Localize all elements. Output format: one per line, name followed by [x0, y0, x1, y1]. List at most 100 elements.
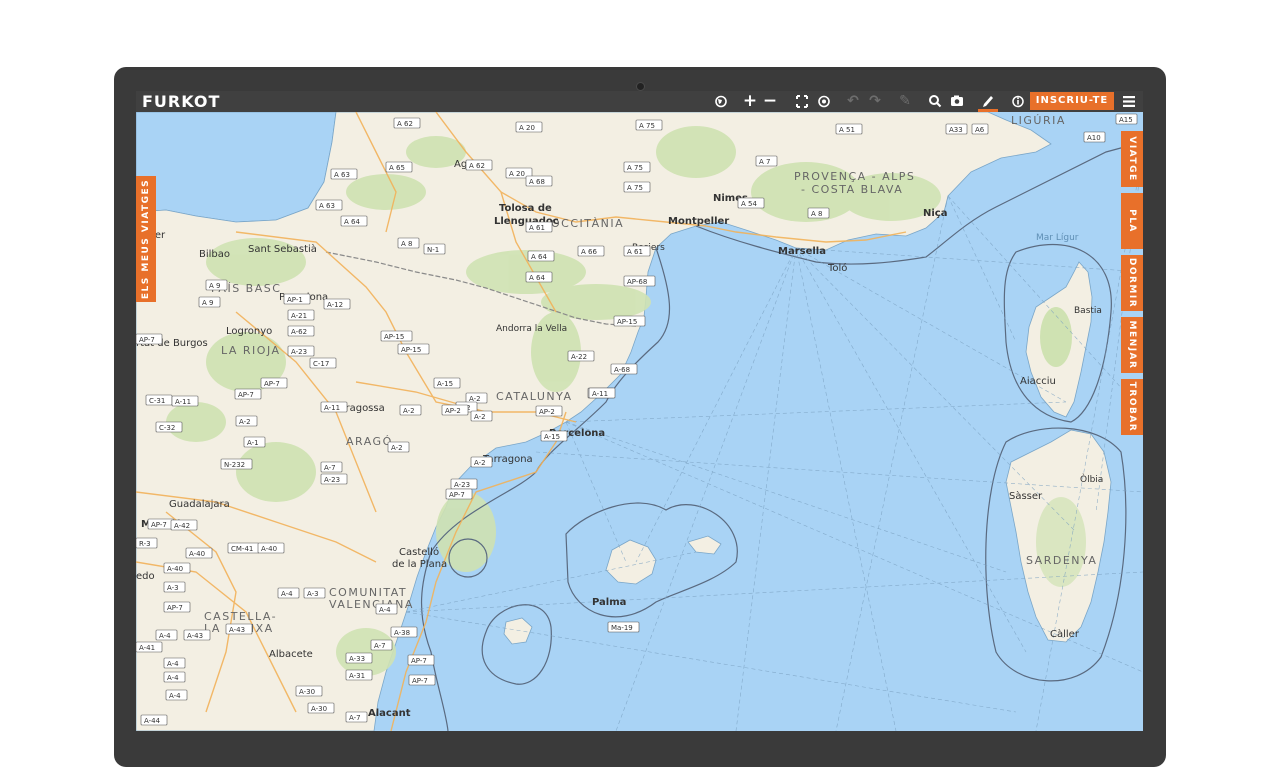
road-shield-label: A-21: [291, 312, 307, 320]
road-shield-label: A-38: [394, 629, 410, 637]
menu-icon[interactable]: [1121, 91, 1137, 112]
road-shield-label: A-33: [349, 655, 365, 663]
road-shield: A-41: [136, 641, 163, 653]
road-shield: C-32: [155, 421, 183, 433]
road-shield: AP-7: [147, 518, 175, 530]
city-label: Sàsser: [1009, 490, 1043, 502]
road-shield-label: A33: [949, 126, 963, 134]
road-shield-label: A-11: [324, 404, 340, 412]
road-shield-label: A 75: [627, 184, 643, 192]
road-shield-label: A-4: [169, 692, 181, 700]
road-shield: A-40: [257, 542, 285, 554]
road-shield: Ma-19: [607, 621, 640, 633]
road-shield-label: A-23: [324, 476, 340, 484]
app-screen: PAÍS BASC LA RIOJA ARAGÓ CATALUNYA OCCIT…: [136, 91, 1143, 731]
road-shield: AP-7: [136, 333, 163, 345]
road-shield: A-38: [390, 626, 418, 638]
road-shield-label: AP-68: [627, 278, 647, 286]
road-shield-label: A-1: [247, 439, 259, 447]
road-shield: A 8: [397, 237, 420, 249]
tab-sleep-label: DORMIR: [1127, 257, 1137, 309]
road-shield: CM-41: [227, 542, 260, 554]
road-shield: A-4: [165, 689, 188, 701]
zoom-out-icon[interactable]: −: [762, 91, 778, 112]
road-shield-label: A 8: [401, 240, 412, 248]
road-shield: A 68: [525, 175, 553, 187]
road-shield-label: C-17: [313, 360, 329, 368]
region-label: CATALUNYA: [496, 390, 573, 403]
road-shield-label: A 9: [202, 299, 213, 307]
road-shield: A 66: [577, 245, 605, 257]
road-shield: AP-1: [283, 293, 311, 305]
map-canvas[interactable]: PAÍS BASC LA RIOJA ARAGÓ CATALUNYA OCCIT…: [136, 112, 1143, 731]
road-shield: A 75: [623, 181, 651, 193]
fullscreen-icon[interactable]: [794, 91, 810, 112]
region-label: VALENCIANA: [329, 598, 414, 611]
zoom-in-icon[interactable]: +: [742, 91, 758, 112]
road-shield: A 64: [340, 215, 368, 227]
road-shield-label: AP-1: [287, 296, 303, 304]
road-shield-label: A-3: [167, 584, 179, 592]
road-shield-label: C-31: [149, 397, 165, 405]
region-label: PROVENÇA - ALPS: [794, 170, 915, 183]
road-shield-label: C-32: [159, 424, 175, 432]
road-shield: A 9: [205, 279, 228, 291]
signup-button[interactable]: INSCRIU-TE: [1030, 92, 1114, 110]
tab-trip-label: VIATGE: [1127, 136, 1137, 182]
city-label: Albacete: [269, 649, 313, 660]
road-shield: A 9: [198, 296, 221, 308]
road-shield-label: A-12: [327, 301, 343, 309]
road-shield-label: A-44: [144, 717, 161, 725]
road-shield: A-21: [287, 309, 315, 321]
road-shield-label: A-40: [261, 545, 277, 553]
road-shield-label: A 20: [519, 124, 535, 132]
road-shield-label: A-40: [189, 550, 205, 558]
road-shield-label: A 9: [209, 282, 220, 290]
road-shield: AP-15: [397, 343, 430, 355]
road-shield: A-23: [287, 345, 315, 357]
road-shield-label: A-7: [374, 642, 386, 650]
my-trips-tab[interactable]: ELS MEUS VIATGES: [136, 176, 156, 302]
road-shield: A 64: [525, 271, 553, 283]
road-shield: A-12: [323, 298, 351, 310]
locate-icon[interactable]: [816, 91, 832, 112]
furkot-logo[interactable]: FURKOT: [142, 92, 220, 111]
road-shield: A 65: [385, 161, 413, 173]
undo-icon[interactable]: ↶: [846, 91, 860, 112]
road-shield-label: A 64: [344, 218, 360, 226]
road-shield-label: A-43: [229, 626, 245, 634]
road-shield-label: N-232: [224, 461, 245, 469]
region-label: SARDENYA: [1026, 554, 1097, 567]
road-shield-label: A 66: [581, 248, 597, 256]
tab-sleep[interactable]: DORMIR: [1121, 255, 1143, 311]
road-shield-label: AP-15: [384, 333, 404, 341]
globe-icon[interactable]: [714, 91, 728, 112]
redo-icon[interactable]: ↷: [868, 91, 882, 112]
road-shield-label: A 62: [397, 120, 413, 128]
road-shield-label: A-4: [379, 606, 391, 614]
road-shield-label: A-11: [592, 390, 608, 398]
road-shield: A 8: [807, 207, 830, 219]
road-shield: A 75: [635, 119, 663, 131]
road-shield-label: A 20: [509, 170, 525, 178]
camera-icon[interactable]: [949, 91, 965, 112]
road-shield-label: A 61: [627, 248, 643, 256]
webcam: [636, 82, 645, 91]
tab-find[interactable]: TROBAR: [1121, 379, 1143, 435]
city-label: Palma: [592, 597, 626, 608]
road-shield: A-2: [465, 392, 488, 404]
road-shield-label: AP-15: [401, 346, 421, 354]
tab-plan[interactable]: PLA: [1121, 193, 1143, 249]
road-shield: A-2: [387, 441, 410, 453]
tab-trip[interactable]: VIATGE: [1121, 131, 1143, 187]
road-shield-label: A 68: [529, 178, 545, 186]
map-svg[interactable]: PAÍS BASC LA RIOJA ARAGÓ CATALUNYA OCCIT…: [136, 112, 1143, 731]
road-shield-label: AP-7: [264, 380, 280, 388]
road-shield: A-40: [185, 547, 213, 559]
search-icon[interactable]: [928, 91, 942, 112]
info-icon[interactable]: [1010, 91, 1026, 112]
pin-icon[interactable]: ✎: [898, 91, 912, 112]
road-shield: A-7: [345, 711, 368, 723]
city-label: Tolosa de: [499, 203, 552, 214]
tab-eat[interactable]: MENJAR: [1121, 317, 1143, 373]
